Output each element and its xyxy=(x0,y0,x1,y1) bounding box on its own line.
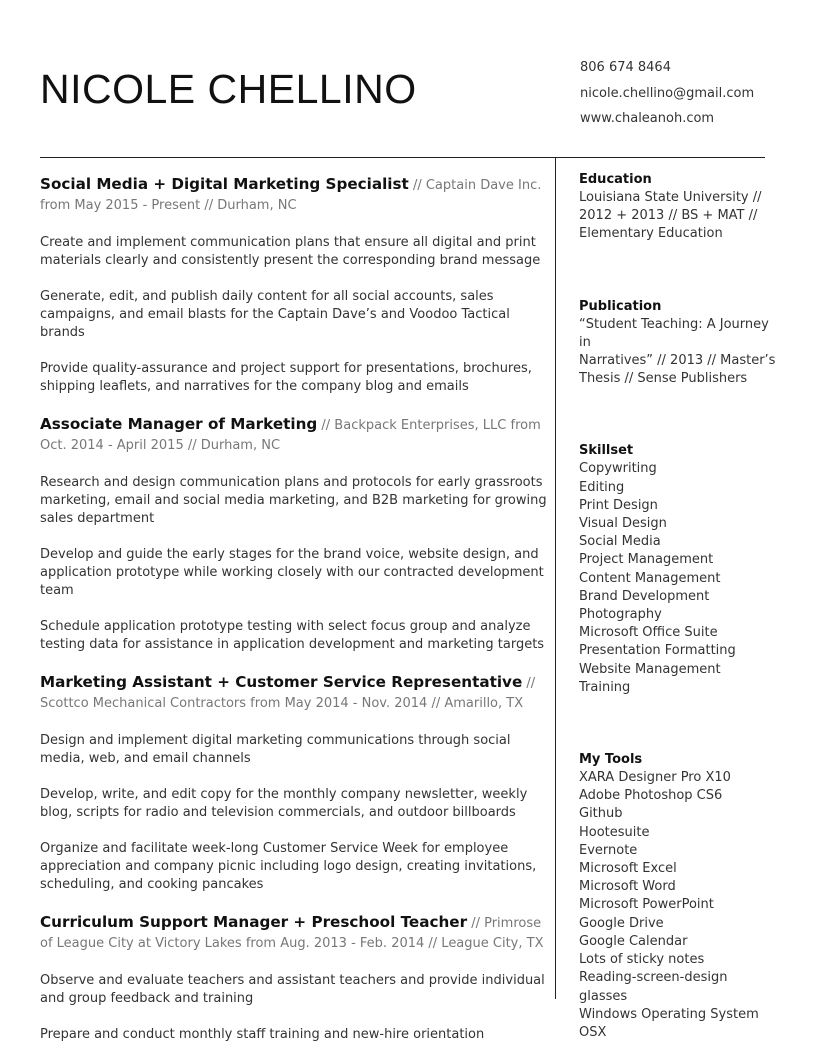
job-header: Curriculum Support Manager + Preschool T… xyxy=(40,912,555,954)
tool-item: Adobe Photoshop CS6 xyxy=(579,788,723,804)
section-title: My Tools xyxy=(579,752,643,768)
email-address: nicole.chellino@gmail.com xyxy=(580,85,755,101)
job-header: Social Media + Digital Marketing Special… xyxy=(40,174,555,216)
section-title: Skillset xyxy=(579,443,634,459)
job-header: Marketing Assistant + Customer Service R… xyxy=(40,672,555,714)
tool-item: Google Drive xyxy=(579,915,664,931)
job-duty: Develop and guide the early stages for t… xyxy=(40,547,544,598)
experience-column: Social Media + Digital Marketing Special… xyxy=(40,174,555,1048)
skill-item: Social Media xyxy=(579,534,661,550)
tool-item: Microsoft PowerPoint xyxy=(579,897,714,913)
skill-item: Brand Development xyxy=(579,588,710,604)
tool-item: Reading-screen-design glasses xyxy=(579,970,728,1004)
skill-item: Visual Design xyxy=(579,516,667,532)
job-header: Associate Manager of Marketing // Backpa… xyxy=(40,414,555,456)
job-duty: Organize and facilitate week-long Custom… xyxy=(40,841,537,892)
skill-item: Photography xyxy=(579,607,662,623)
tool-item: OSX xyxy=(579,1024,607,1040)
sidebar-column: Education Louisiana State University // … xyxy=(579,171,779,1042)
education-line: Louisiana State University // xyxy=(579,190,762,205)
job-entry: Associate Manager of Marketing // Backpa… xyxy=(40,414,555,654)
publication-line: “Student Teaching: A Journey in xyxy=(579,316,769,350)
job-duty: Develop, write, and edit copy for the mo… xyxy=(40,787,528,820)
job-title: Curriculum Support Manager + Preschool T… xyxy=(40,913,468,931)
skill-item: Training xyxy=(579,679,631,695)
tool-item: Microsoft Word xyxy=(579,879,676,895)
job-title: Marketing Assistant + Customer Service R… xyxy=(40,673,523,691)
skill-item: Website Management xyxy=(579,661,721,677)
tool-item: Hootesuite xyxy=(579,824,650,840)
tool-item: Google Calendar xyxy=(579,933,688,949)
job-duty: Prepare and conduct monthly staff traini… xyxy=(40,1027,485,1042)
education-section: Education Louisiana State University // … xyxy=(579,171,779,244)
resume-name: NICOLE CHELLINO xyxy=(40,66,417,112)
job-duty: Create and implement communication plans… xyxy=(40,235,541,268)
skill-item: Copywriting xyxy=(579,461,657,477)
publication-line: Thesis // Sense Publishers xyxy=(579,371,748,387)
website-link: www.chaleanoh.com xyxy=(580,111,715,126)
section-title: Education xyxy=(579,172,652,187)
skill-item: Presentation Formatting xyxy=(579,643,736,659)
tool-item: Windows Operating System xyxy=(579,1006,759,1022)
skill-item: Project Management xyxy=(579,552,714,568)
publication-section: Publication “Student Teaching: A Journey… xyxy=(579,298,779,389)
job-title: Associate Manager of Marketing xyxy=(40,415,318,433)
skill-item: Print Design xyxy=(579,497,658,513)
header-divider xyxy=(40,157,765,158)
phone-number: 806 674 8464 xyxy=(580,60,671,75)
tool-item: Lots of sticky notes xyxy=(579,952,705,968)
job-title: Social Media + Digital Marketing Special… xyxy=(40,175,409,193)
job-duty: Observe and evaluate teachers and assist… xyxy=(40,973,545,1006)
education-line: Elementary Education xyxy=(579,226,723,242)
tool-item: Microsoft Excel xyxy=(579,861,677,877)
job-entry: Marketing Assistant + Customer Service R… xyxy=(40,672,555,894)
publication-line: Narratives” // 2013 // Master’s xyxy=(579,353,776,369)
job-entry: Curriculum Support Manager + Preschool T… xyxy=(40,912,555,1044)
job-entry: Social Media + Digital Marketing Special… xyxy=(40,174,555,396)
skill-item: Content Management xyxy=(579,570,721,586)
section-title: Publication xyxy=(579,298,662,314)
job-duty: Schedule application prototype testing w… xyxy=(40,619,545,652)
tool-item: XARA Designer Pro X10 xyxy=(579,770,731,786)
tool-item: Evernote xyxy=(579,842,638,858)
job-duty: Research and design communication plans … xyxy=(40,475,547,526)
skill-item: Microsoft Office Suite xyxy=(579,625,718,641)
tool-item: Github xyxy=(579,806,623,822)
education-line: 2012 + 2013 // BS + MAT // xyxy=(579,208,758,224)
tools-section: My Tools XARA Designer Pro X10 Adobe Pho… xyxy=(579,751,779,1042)
job-duty: Generate, edit, and publish daily conten… xyxy=(40,289,510,340)
column-divider xyxy=(555,157,556,999)
skill-item: Editing xyxy=(579,479,625,495)
contact-block: 806 674 8464 nicole.chellino@gmail.com w… xyxy=(580,59,754,136)
job-duty: Design and implement digital marketing c… xyxy=(40,733,511,766)
skillset-section: Skillset Copywriting Editing Print Desig… xyxy=(579,442,779,697)
job-duty: Provide quality-assurance and project su… xyxy=(40,361,532,394)
